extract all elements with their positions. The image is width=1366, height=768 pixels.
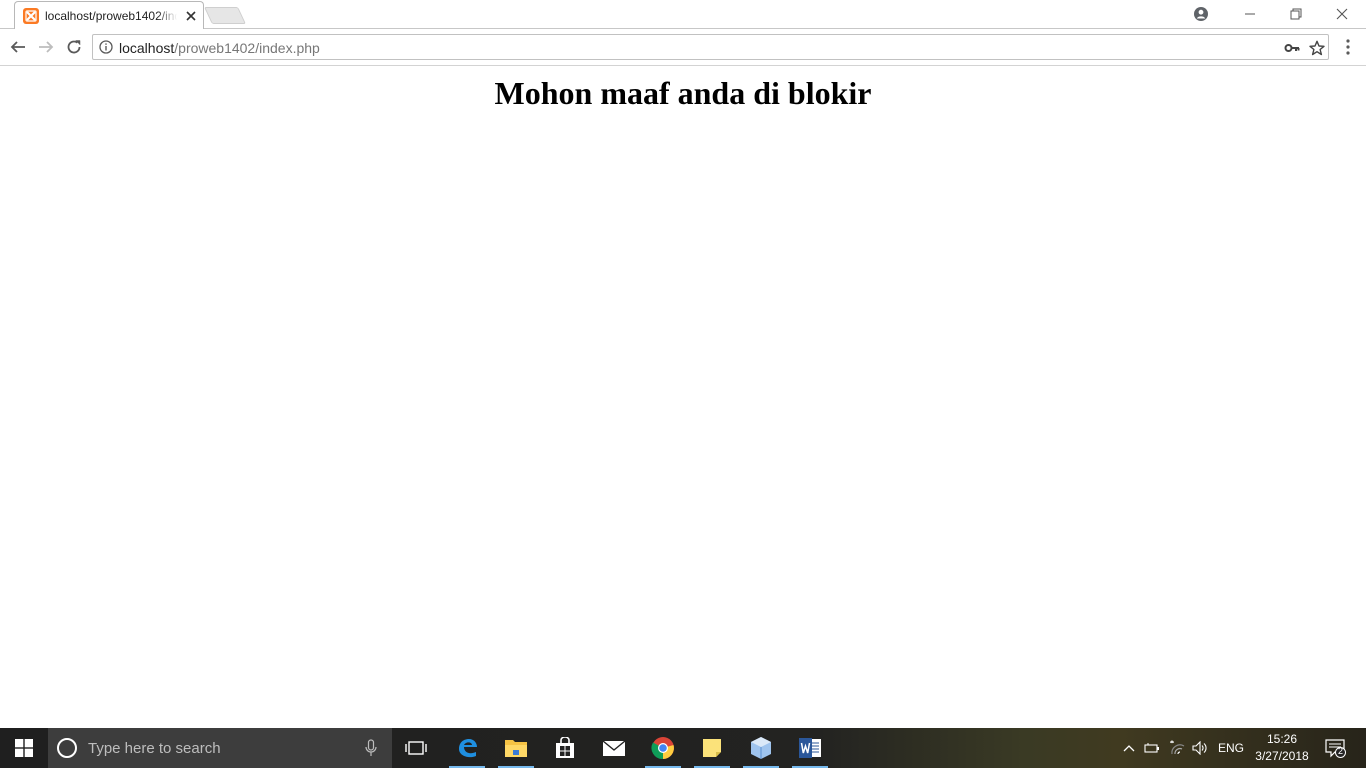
key-icon[interactable] [1284,40,1300,56]
action-center-button[interactable]: 2 [1320,728,1352,768]
file-explorer-button[interactable] [496,728,536,768]
store-app-button[interactable] [545,728,585,768]
mail-icon [602,740,626,756]
clock-date: 3/27/2018 [1255,749,1309,763]
browser-tab[interactable]: localhost/proweb1402/index.php [14,1,204,30]
language-indicator[interactable]: ENG [1214,728,1248,768]
minimize-button[interactable] [1228,0,1272,28]
profile-icon[interactable] [1188,0,1214,28]
xampp-favicon-icon [23,8,39,24]
edge-icon [459,739,477,758]
search-placeholder: Type here to search [88,740,221,757]
word-icon [799,738,821,758]
url-host: localhost [119,40,175,56]
reload-button[interactable] [64,37,84,57]
tab-close-icon[interactable] [185,9,197,21]
folder-icon [505,740,527,757]
sticky-notes-app-button[interactable] [692,728,732,768]
word-app-button[interactable] [790,728,830,768]
edge-app-button[interactable] [447,728,487,768]
task-view-button[interactable] [396,728,436,768]
start-button[interactable] [0,728,48,768]
browser-toolbar: localhost/proweb1402/index.php [0,29,1366,66]
cortana-icon [57,738,77,758]
sticky-note-icon [703,739,721,757]
chevron-up-icon [1123,745,1135,752]
page-heading: Mohon maaf anda di blokir [494,75,872,111]
chrome-app-button[interactable] [643,728,683,768]
virtualbox-app-button[interactable] [741,728,781,768]
address-bar[interactable]: localhost/proweb1402/index.php [92,34,1329,60]
page-content: Mohon maaf anda di blokir [0,67,1366,728]
virtualbox-icon [751,737,771,759]
browser-tabstrip: localhost/proweb1402/index.php [0,0,1366,30]
close-window-button[interactable] [1320,0,1364,28]
show-hidden-icons-button[interactable] [1120,728,1138,768]
forward-button[interactable] [36,37,56,57]
taskbar-search-box[interactable]: Type here to search [48,728,392,768]
notification-icon [1325,739,1346,758]
battery-icon[interactable] [1142,728,1162,768]
clock[interactable]: 15:26 3/27/2018 [1252,731,1312,765]
back-button[interactable] [8,37,28,57]
microphone-icon[interactable] [363,739,379,757]
network-icon[interactable] [1164,728,1188,768]
url-text: localhost/proweb1402/index.php [119,40,320,56]
restore-button[interactable] [1274,0,1318,28]
mail-app-button[interactable] [594,728,634,768]
task-view-icon [405,741,427,755]
store-icon [556,737,574,758]
tab-title: localhost/proweb1402/index.php [45,9,177,23]
url-path: /proweb1402/index.php [174,40,320,56]
site-info-icon[interactable] [99,40,113,54]
clock-time: 15:26 [1266,732,1298,746]
new-tab-button[interactable] [204,7,246,24]
chrome-icon [651,737,674,760]
menu-icon[interactable] [1340,38,1356,56]
notification-count: 2 [1338,746,1344,756]
volume-icon[interactable] [1190,728,1210,768]
windows-logo-icon [15,739,33,757]
bookmark-star-icon[interactable] [1309,40,1325,56]
taskbar: Type here to search ENG 15:26 3/27/2018 … [0,728,1366,768]
